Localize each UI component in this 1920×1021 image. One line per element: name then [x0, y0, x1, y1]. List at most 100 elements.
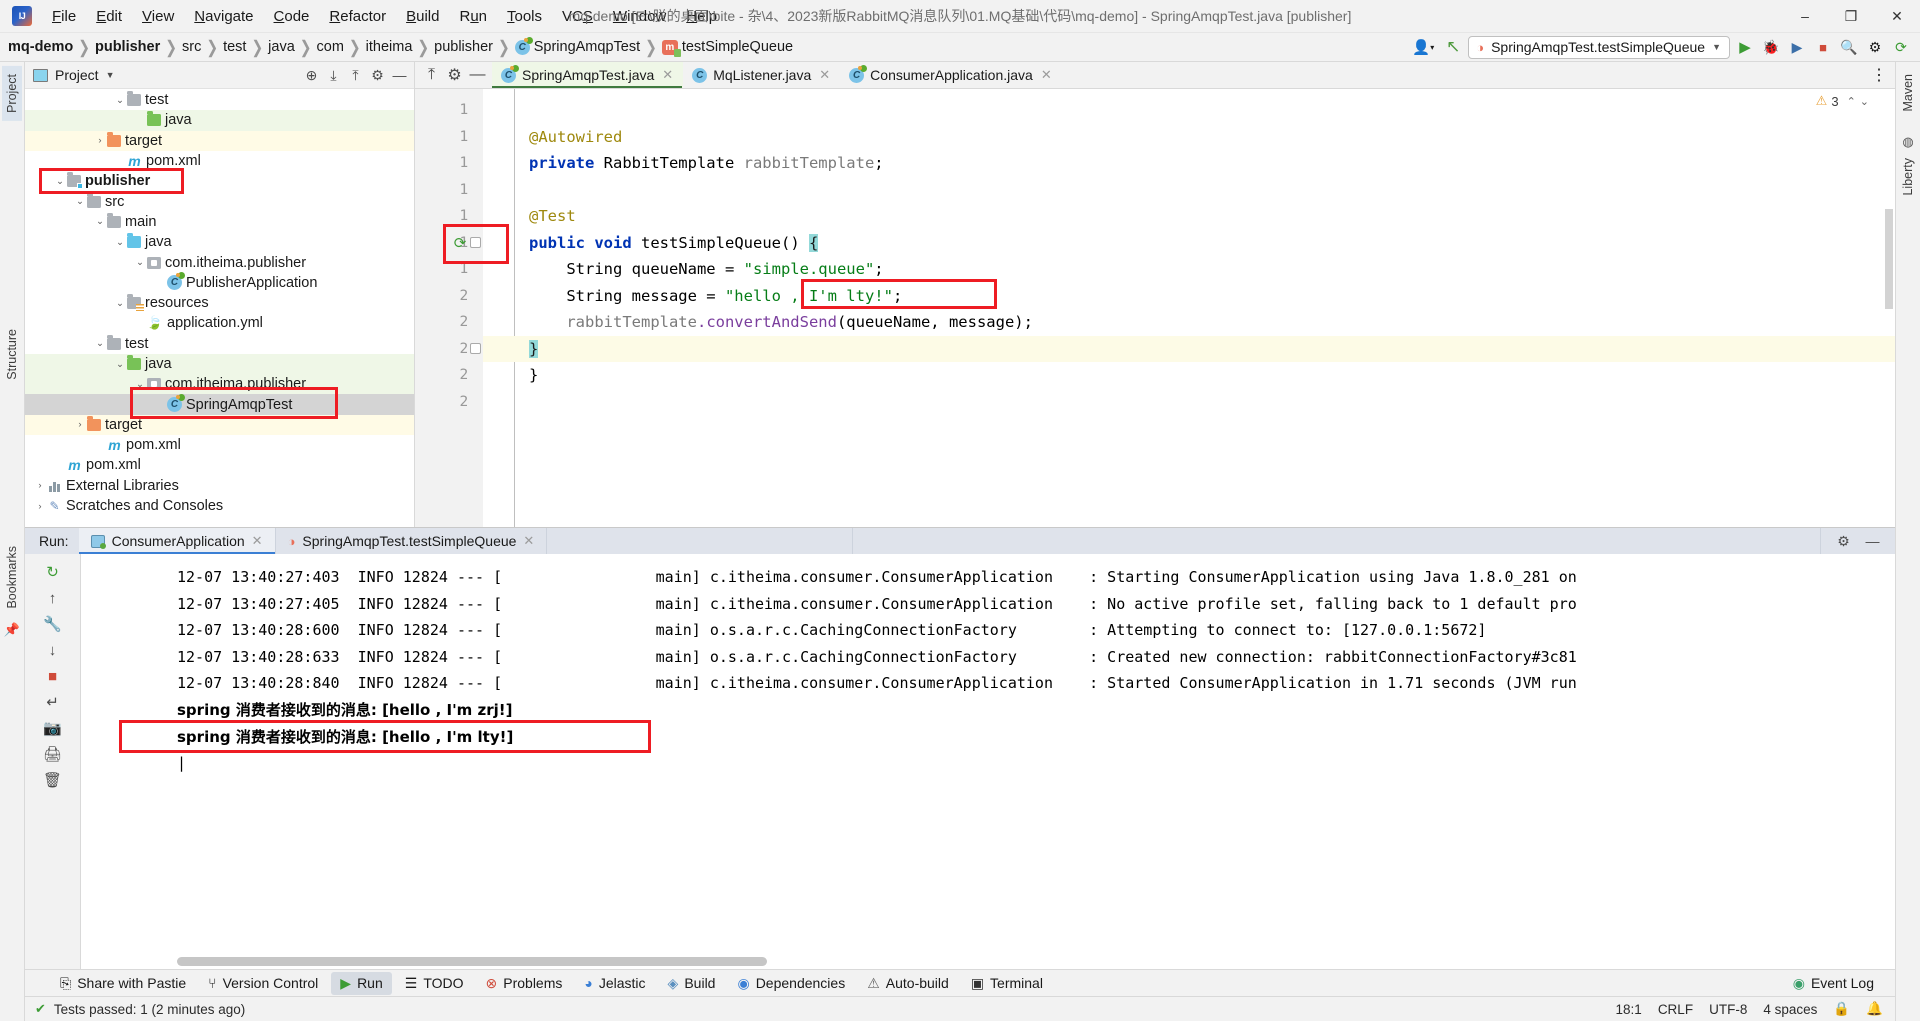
tree-node-scratches-and-consoles[interactable]: › ✎ Scratches and Consoles [25, 496, 414, 516]
code-line[interactable]: rabbitTemplate.convertAndSend(queueName,… [483, 309, 1895, 336]
hide-icon[interactable]: — [389, 65, 410, 86]
code-line[interactable]: } [483, 335, 1895, 362]
menu-code[interactable]: Code [264, 4, 320, 29]
tw-problems[interactable]: ⊗ Problems [477, 972, 572, 995]
code-line[interactable]: @Autowired [483, 124, 1895, 151]
marker-stripe[interactable] [1885, 209, 1893, 309]
chevron-down-icon[interactable]: ⌄ [73, 196, 87, 207]
tree-node-java[interactable]: ⌄ java [25, 353, 414, 375]
chevron-down-icon[interactable]: ⌄ [1860, 95, 1869, 108]
breadcrumb-springamqptest[interactable]: C SpringAmqpTest [514, 36, 640, 55]
tree-node-com-itheima-publisher[interactable]: ⌄ com.itheima.publisher [25, 252, 414, 272]
close-icon[interactable]: ✕ [819, 67, 830, 83]
vcs-update-icon[interactable]: ↖ [1442, 36, 1464, 58]
tree-node-target[interactable]: › target [25, 414, 414, 436]
menu-view[interactable]: View [132, 4, 184, 29]
console-horizontal-scrollbar[interactable] [177, 957, 767, 966]
tab-springamqptest-java[interactable]: C SpringAmqpTest.java ✕ [492, 62, 684, 88]
tw-share-with-pastie[interactable]: ⎘ Share with Pastie [51, 972, 195, 995]
code-line[interactable]: String message = "hello , I'm lty!"; [483, 283, 1895, 310]
tw-auto-build[interactable]: ⚠ Auto-build [858, 972, 958, 995]
gear-icon[interactable]: ⚙ [444, 65, 465, 86]
breadcrumb-publisher[interactable]: publisher [95, 39, 160, 55]
editor-tabs-overflow[interactable]: ⋮ [1871, 62, 1895, 88]
tw-run[interactable]: ▶ Run [331, 971, 392, 995]
pin-icon[interactable]: 📌 [4, 622, 20, 638]
chevron-down-icon[interactable]: ⌄ [113, 95, 127, 106]
breadcrumb-java[interactable]: java [268, 39, 295, 55]
code-line[interactable]: @Test [483, 203, 1895, 230]
rerun-icon[interactable]: ↻ [41, 560, 65, 584]
run-tab-springamqptest-testsimplequeue[interactable]: ◑ SpringAmqpTest.testSimpleQueue ✕ [276, 528, 548, 554]
code-area[interactable]: @Autowired private RabbitTemplate rabbitT… [483, 89, 1895, 527]
menu-tools[interactable]: Tools [497, 4, 552, 29]
code-line[interactable]: private RabbitTemplate rabbitTemplate; [483, 150, 1895, 177]
tw-dependencies[interactable]: ◉ Dependencies [728, 972, 854, 995]
clear-all-icon[interactable]: 🗑 [41, 768, 65, 792]
wrench-icon[interactable]: 🔧 [41, 612, 65, 636]
code-line[interactable]: String queueName = "simple.queue"; [483, 256, 1895, 283]
tree-node-test[interactable]: ⌄ test [25, 90, 414, 110]
chevron-down-icon[interactable]: ⌄ [93, 338, 107, 349]
inspection-widget[interactable]: ⚠ 3 ⌃ ⌄ [1816, 93, 1869, 109]
chevron-right-icon[interactable]: › [33, 501, 47, 512]
user-icon[interactable]: 👤 ▾ [1408, 36, 1438, 58]
code-line[interactable] [483, 389, 1895, 416]
project-tree[interactable]: ⌄ test java › target m pom.xml ⌄ publisher ⌄ src ⌄ m… [25, 89, 414, 527]
tw-event-log[interactable]: ◉ Event Log [1784, 972, 1883, 995]
run-test-icon[interactable]: ⟳ [451, 234, 469, 252]
chevron-down-icon[interactable]: ⌄ [133, 379, 147, 390]
chevron-down-icon[interactable]: ▼ [106, 70, 115, 80]
run-with-coverage-icon[interactable]: ▶ [1786, 36, 1808, 58]
chevron-down-icon[interactable]: ⌄ [113, 359, 127, 370]
tree-node-application-yml[interactable]: 🍃 application.yml [25, 313, 414, 333]
scroll-down-icon[interactable]: ↓ [41, 638, 65, 662]
menu-refactor[interactable]: Refactor [319, 4, 396, 29]
fold-marker-icon[interactable] [470, 236, 481, 248]
breadcrumb-src[interactable]: src [182, 39, 201, 55]
run-icon[interactable]: ▶ [1734, 36, 1756, 58]
line-separator[interactable]: CRLF [1658, 1002, 1693, 1017]
tree-node-publisherapplication[interactable]: C PublisherApplication [25, 272, 414, 293]
collapse-all-icon[interactable]: ⤒ [345, 65, 366, 86]
code-line[interactable]: public void testSimpleQueue() { [483, 230, 1895, 257]
file-encoding[interactable]: UTF-8 [1709, 1002, 1747, 1017]
menu-help[interactable]: Help [676, 4, 727, 29]
code-line[interactable]: } [483, 362, 1895, 389]
breadcrumb-com[interactable]: com [317, 39, 344, 55]
sidebar-item-liberty[interactable]: Liberty [1898, 150, 1918, 204]
chevron-right-icon[interactable]: › [73, 419, 87, 430]
minimize-icon[interactable]: — [1862, 531, 1883, 552]
chevron-down-icon[interactable]: ⌄ [53, 176, 67, 187]
close-icon[interactable]: ✕ [1041, 67, 1052, 83]
run-tab-consumerapplication[interactable]: ConsumerApplication ✕ [78, 528, 276, 554]
menu-run[interactable]: Run [449, 4, 497, 29]
sidebar-item-maven[interactable]: Maven [1898, 66, 1918, 120]
caret-position[interactable]: 18:1 [1616, 1002, 1642, 1017]
tree-node-external-libraries[interactable]: › External Libraries [25, 476, 414, 496]
close-icon[interactable]: ✕ [662, 67, 673, 83]
console-output[interactable]: 12-07 13:40:27:403 INFO 12824 --- [ main… [81, 554, 1895, 969]
tab-consumerapplication-java[interactable]: C ConsumerApplication.java ✕ [840, 62, 1062, 88]
tree-node-pom-xml[interactable]: m pom.xml [25, 151, 414, 171]
breadcrumb-publisher-pkg[interactable]: publisher [434, 39, 493, 55]
tab-mqlistener-java[interactable]: C MqListener.java ✕ [683, 62, 840, 88]
updates-icon[interactable]: ⟳ [1890, 36, 1912, 58]
chevron-down-icon[interactable]: ⌄ [93, 216, 107, 227]
run-configuration-selector[interactable]: ◑ SpringAmqpTest.testSimpleQueue ▼ [1468, 35, 1730, 59]
chevron-down-icon[interactable]: ⌄ [133, 257, 147, 268]
code-line[interactable] [483, 97, 1895, 124]
tree-node-java[interactable]: ⌄ java [25, 232, 414, 252]
stop-icon[interactable]: ■ [41, 664, 65, 688]
select-opened-file-icon[interactable]: ⊕ [301, 65, 322, 86]
bell-icon[interactable]: 🔔 [1866, 1001, 1883, 1017]
breadcrumb-itheima[interactable]: itheima [366, 39, 413, 55]
sidebar-item-bookmarks[interactable]: Bookmarks [2, 538, 22, 617]
expand-all-icon[interactable]: ⤓ [323, 65, 344, 86]
minimize-button[interactable]: – [1782, 0, 1828, 33]
code-line[interactable] [483, 177, 1895, 204]
editor-gutter[interactable]: 131415161718192021222324⟳ [415, 89, 509, 527]
tree-node-main[interactable]: ⌄ main [25, 212, 414, 232]
stop-icon[interactable]: ■ [1812, 36, 1834, 58]
scroll-up-icon[interactable]: ↑ [41, 586, 65, 610]
